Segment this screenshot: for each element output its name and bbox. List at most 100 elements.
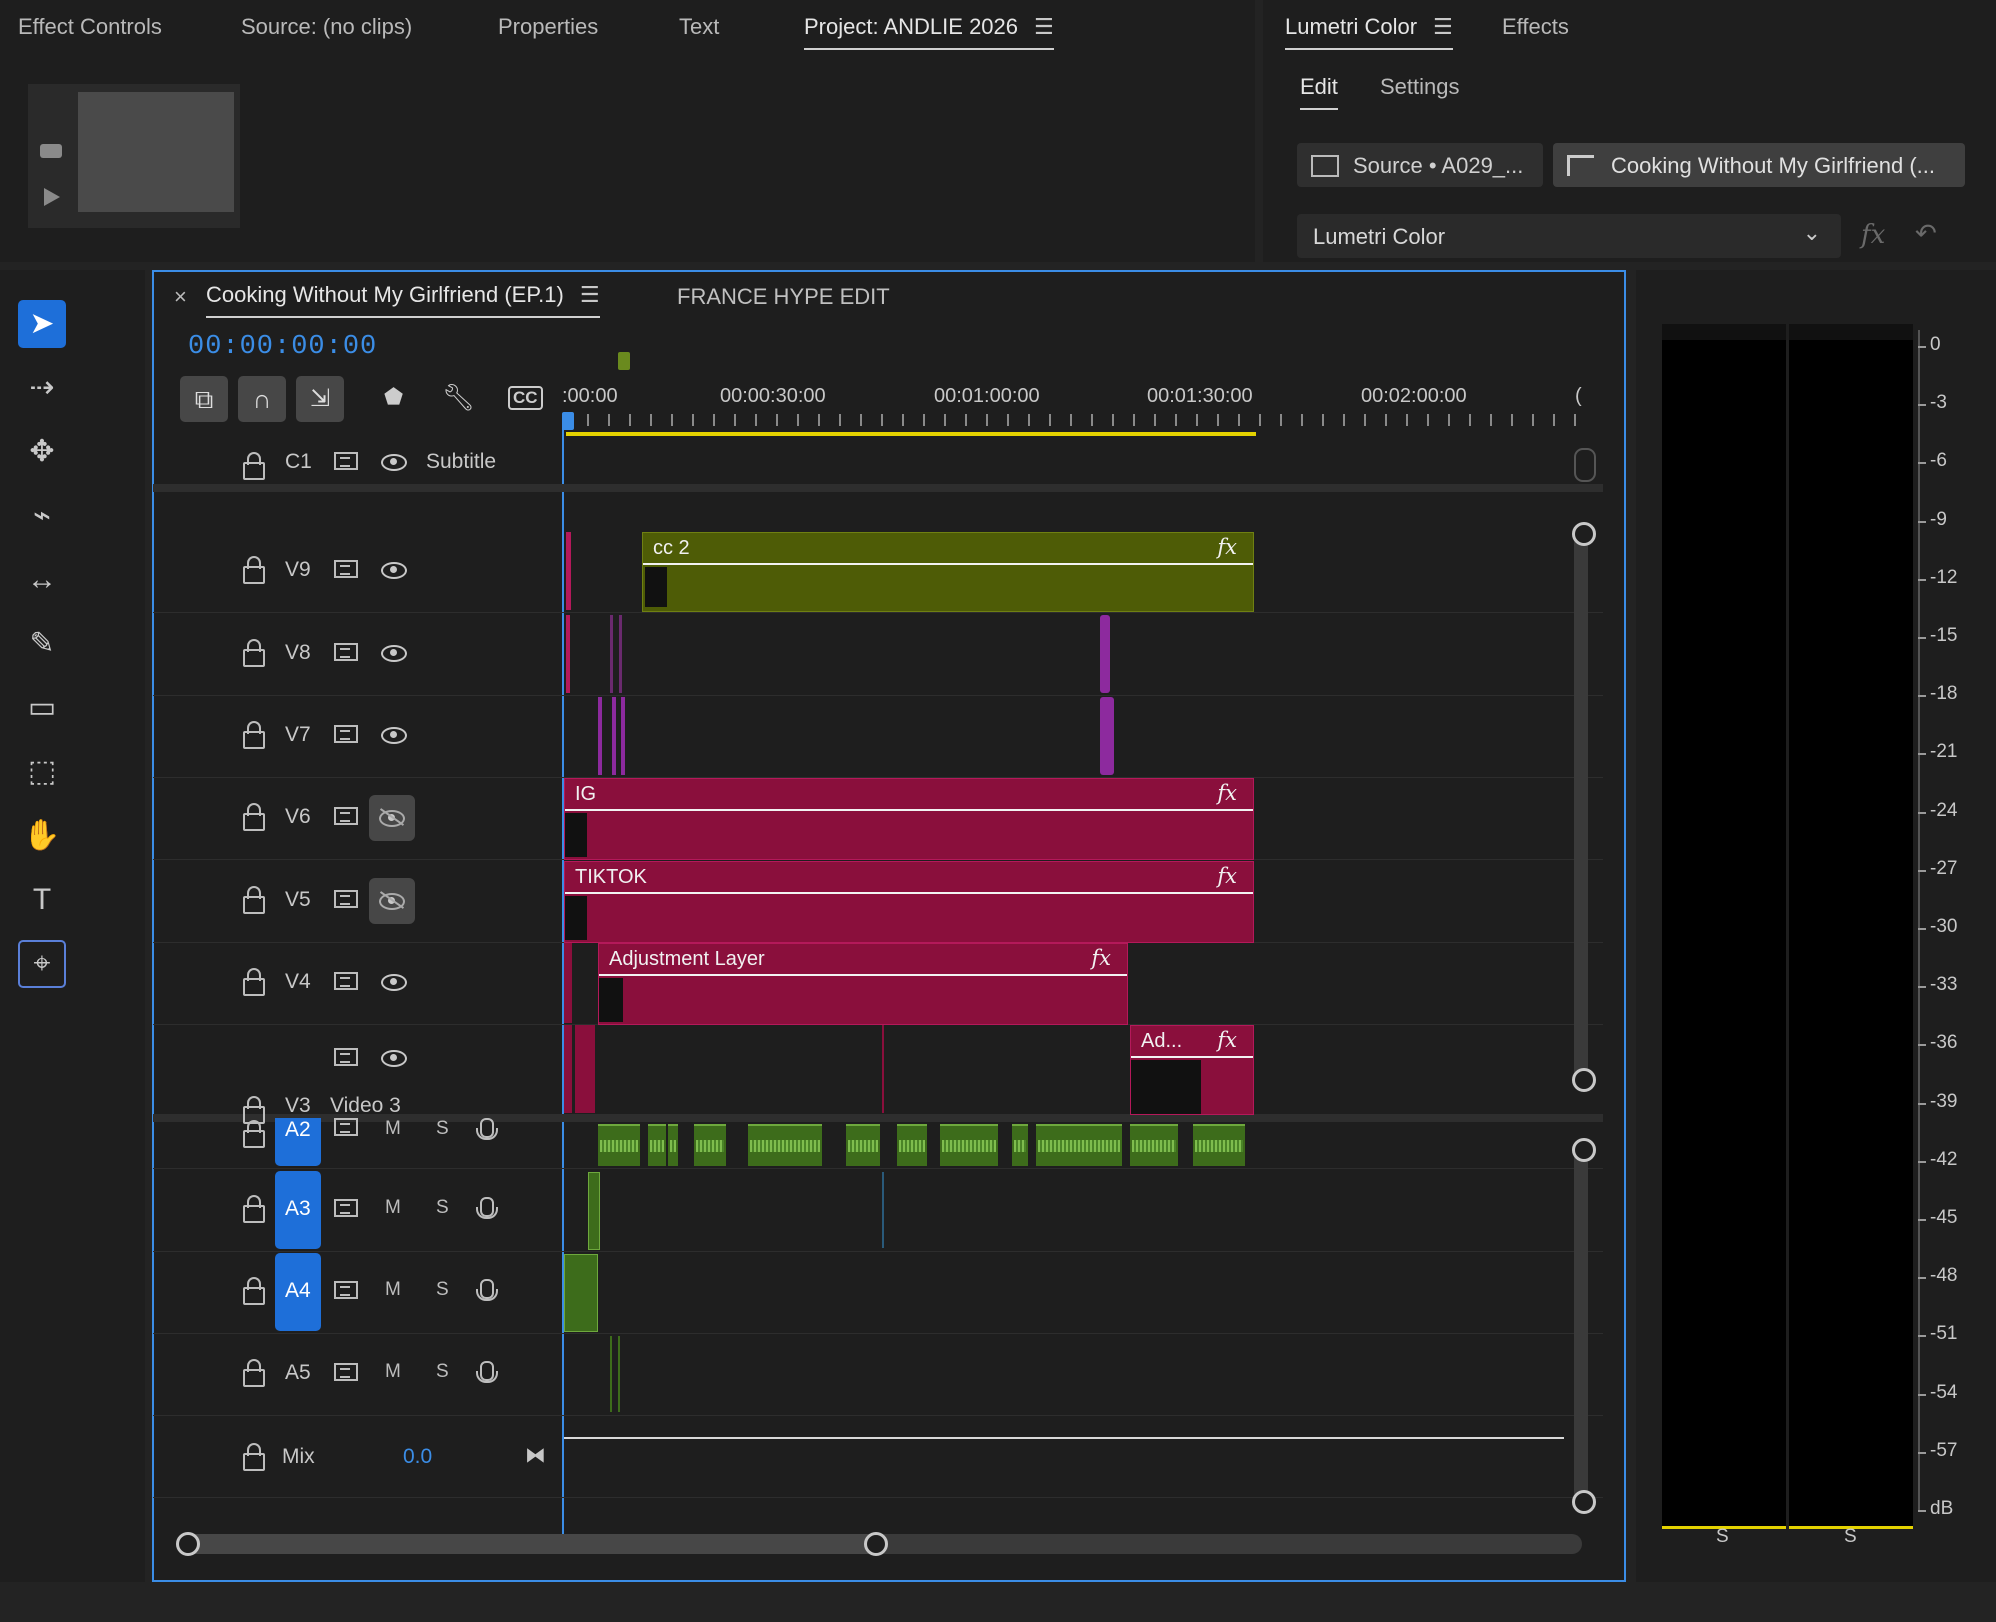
clip-sliver-v8a[interactable] <box>566 615 570 693</box>
audio-clip[interactable] <box>748 1124 822 1166</box>
audio-track-a3[interactable]: A3 M S <box>153 1169 1603 1252</box>
tab-effects[interactable]: Effects <box>1502 14 1569 40</box>
sync-icon[interactable] <box>334 643 358 661</box>
lock-icon[interactable] <box>243 721 265 749</box>
mute-button[interactable]: M <box>385 1118 401 1140</box>
time-ruler[interactable] <box>566 414 1578 426</box>
clip-purple-v7[interactable] <box>1100 697 1114 775</box>
sync-icon[interactable] <box>334 452 358 470</box>
audio-clip[interactable] <box>940 1124 998 1166</box>
audio-clip[interactable] <box>598 1124 640 1166</box>
sync-icon[interactable] <box>334 1363 358 1381</box>
audio-clip[interactable] <box>668 1124 678 1166</box>
audio-scroll-handle-bottom[interactable] <box>1572 1490 1596 1514</box>
audio-clip[interactable] <box>1036 1124 1122 1166</box>
go-to-in-out-icon[interactable]: ⧓ <box>525 1443 546 1468</box>
lock-icon[interactable] <box>243 1359 265 1387</box>
mute-button[interactable]: M <box>385 1361 401 1383</box>
caption-track-c1[interactable]: C1 Subtitle <box>153 440 1603 492</box>
add-marker-icon[interactable]: ⬟ <box>384 384 403 410</box>
video-vertical-scrollbar[interactable] <box>1574 534 1588 1082</box>
wrench-icon[interactable]: 🔧︎ <box>442 382 475 413</box>
lock-icon[interactable] <box>243 1195 265 1223</box>
solo-button[interactable]: S <box>436 1118 449 1140</box>
eye-icon[interactable] <box>381 562 407 579</box>
audio-clip[interactable] <box>1130 1124 1178 1166</box>
mic-icon[interactable] <box>476 1279 498 1301</box>
play-icon[interactable] <box>44 188 60 206</box>
mic-icon[interactable] <box>476 1361 498 1383</box>
audio-clip[interactable] <box>694 1124 726 1166</box>
sync-icon[interactable] <box>334 560 358 578</box>
audio-vertical-scrollbar[interactable] <box>1574 1150 1588 1500</box>
track-select-tool-icon[interactable]: ⇢ <box>18 364 66 412</box>
marker-icon[interactable] <box>618 352 630 370</box>
generative-extend-tool-icon[interactable]: ⌖ <box>18 940 66 988</box>
clip-sliver-v7b[interactable] <box>612 697 616 775</box>
eye-icon[interactable] <box>381 974 407 991</box>
audio-track-a4[interactable]: A4 M S <box>153 1251 1603 1334</box>
effect-select[interactable]: Lumetri Color ⌄ <box>1297 214 1841 258</box>
selection-tool-icon[interactable]: ➤ <box>18 300 66 348</box>
lock-icon[interactable] <box>243 452 265 480</box>
eye-icon[interactable] <box>381 645 407 662</box>
tab-project[interactable]: Project: ANDLIE 2026 ☰ <box>804 14 1054 50</box>
audio-clip-a4[interactable] <box>564 1254 598 1332</box>
video-scroll-handle-bottom[interactable] <box>1572 1068 1596 1092</box>
eye-icon[interactable] <box>381 727 407 744</box>
video-track-v7[interactable]: V7 <box>153 695 1603 778</box>
audio-clip[interactable] <box>1012 1124 1028 1166</box>
audio-clip-a3[interactable] <box>588 1172 600 1250</box>
sync-icon[interactable] <box>334 1199 358 1217</box>
video-track-v3[interactable]: V3 Video 3 <box>153 1024 1603 1124</box>
lock-icon[interactable] <box>243 639 265 667</box>
clip-marker-v9[interactable] <box>566 532 571 610</box>
nest-button[interactable]: ⧉ <box>180 376 228 422</box>
clip-ig[interactable]: IG fx <box>564 778 1254 860</box>
remix-tool-icon[interactable]: ⬚ <box>18 748 66 796</box>
clip-marker-v3b[interactable] <box>575 1025 595 1113</box>
zoom-handle-left[interactable] <box>176 1532 200 1556</box>
audio-sliver-a5b[interactable] <box>618 1336 620 1412</box>
sequence-menu-icon[interactable]: ☰ <box>580 282 600 308</box>
pen-tool-icon[interactable]: ✎ <box>18 620 66 668</box>
clip-cc2[interactable]: cc 2 fx <box>642 532 1254 612</box>
timecode-display[interactable]: 00:00:00:00 <box>188 332 377 362</box>
solo-button[interactable]: S <box>436 1361 449 1383</box>
audio-scroll-handle-top[interactable] <box>1572 1138 1596 1162</box>
video-scroll-handle-top[interactable] <box>1572 522 1596 546</box>
panel-menu-icon[interactable]: ☰ <box>1034 14 1054 40</box>
caption-scroll-knob[interactable] <box>1574 448 1596 482</box>
lock-icon[interactable] <box>243 803 265 831</box>
subtab-edit[interactable]: Edit <box>1300 74 1338 110</box>
sync-icon[interactable] <box>334 1048 358 1066</box>
sync-icon[interactable] <box>334 1281 358 1299</box>
clip-adjustment-layer[interactable]: Adjustment Layer fx <box>598 943 1128 1025</box>
mix-volume-value[interactable]: 0.0 <box>403 1445 432 1469</box>
tab-france-hype-edit[interactable]: FRANCE HYPE EDIT <box>677 284 890 310</box>
reset-icon[interactable]: ↶ <box>1915 218 1937 249</box>
tab-source[interactable]: Source: (no clips) <box>241 14 412 40</box>
tab-sequence-ep1[interactable]: Cooking Without My Girlfriend (EP.1) ☰ <box>206 282 600 318</box>
lock-icon[interactable] <box>243 556 265 584</box>
eye-icon[interactable] <box>381 1050 407 1067</box>
clip-tiktok[interactable]: TIKTOK fx <box>564 861 1254 943</box>
ripple-edit-tool-icon[interactable]: ✥ <box>18 428 66 476</box>
eye-off-icon[interactable] <box>369 878 415 924</box>
mic-icon[interactable] <box>476 1197 498 1219</box>
tab-properties[interactable]: Properties <box>498 14 598 40</box>
sync-icon[interactable] <box>334 1118 358 1136</box>
tab-lumetri-color[interactable]: Lumetri Color ☰ <box>1285 14 1453 50</box>
audio-sliver-a5a[interactable] <box>610 1336 612 1412</box>
tab-text[interactable]: Text <box>679 14 719 40</box>
slip-tool-icon[interactable]: ↔ <box>18 556 66 604</box>
hand-tool-icon[interactable]: ✋ <box>18 812 66 860</box>
razor-tool-icon[interactable]: ⌁ <box>18 492 66 540</box>
clip-marker-v3a[interactable] <box>564 1025 572 1113</box>
audio-clip[interactable] <box>846 1124 880 1166</box>
media-thumbnail[interactable] <box>28 84 240 228</box>
clip-sliver-v8c[interactable] <box>619 615 622 693</box>
clip-sliver-v7a[interactable] <box>598 697 602 775</box>
linked-selection-button[interactable]: ⇲ <box>296 376 344 422</box>
audio-clip[interactable] <box>897 1124 927 1166</box>
